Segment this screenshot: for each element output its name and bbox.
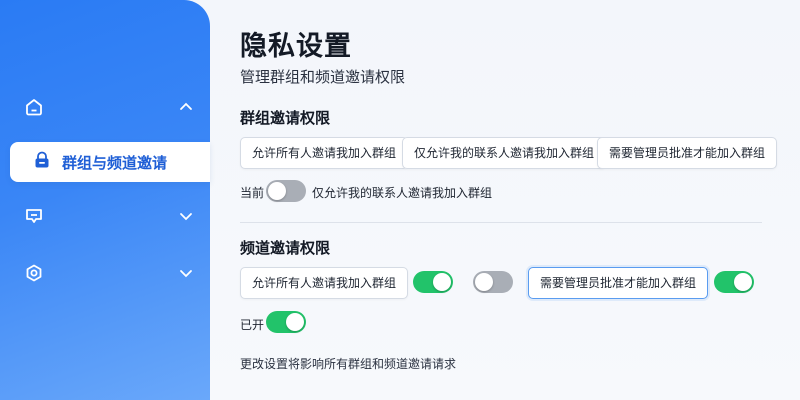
- section-divider: [240, 222, 762, 223]
- sidebar-item-messages[interactable]: [24, 199, 194, 233]
- group-section-title: 群组邀请权限: [240, 109, 331, 127]
- status-label: 已开: [240, 318, 265, 332]
- current-setting-value: 仅允许我的联系人邀请我加入群组: [312, 186, 493, 200]
- sidebar-item-settings[interactable]: [24, 256, 194, 290]
- chevron-up-icon[interactable]: [178, 99, 194, 115]
- sidebar-item-group-channel-invites[interactable]: 群组与频道邀请: [10, 142, 210, 182]
- footnote: 更改设置将影响所有群组和频道邀请请求: [240, 357, 457, 371]
- channel-option-everyone-button[interactable]: 允许所有人邀请我加入群组: [240, 267, 409, 299]
- channel-section-title: 频道邀请权限: [240, 239, 331, 257]
- channel-option-admin-approval-button[interactable]: 需要管理员批准才能加入群组: [528, 267, 709, 299]
- group-option-contacts-button[interactable]: 仅允许我的联系人邀请我加入群组: [402, 137, 607, 169]
- page-subtitle: 管理群组和频道邀请权限: [240, 68, 406, 86]
- group-option-admin-approval-button[interactable]: 需要管理员批准才能加入群组: [597, 137, 778, 169]
- sidebar: [0, 0, 210, 400]
- group-option-everyone-button[interactable]: 允许所有人邀请我加入群组: [240, 137, 409, 169]
- message-icon: [24, 206, 44, 226]
- settings-icon: [24, 263, 44, 283]
- chevron-down-icon[interactable]: [178, 208, 194, 224]
- sidebar-item-home[interactable]: [24, 90, 194, 124]
- channel-contacts-toggle[interactable]: [473, 271, 513, 293]
- home-icon: [24, 97, 44, 117]
- channel-everyone-toggle[interactable]: [413, 271, 453, 293]
- channel-status-toggle[interactable]: [266, 311, 306, 333]
- current-label: 当前: [240, 186, 265, 200]
- group-invite-toggle[interactable]: [266, 180, 306, 202]
- chevron-down-icon[interactable]: [178, 265, 194, 281]
- sidebar-item-label: 群组与频道邀请: [62, 153, 168, 172]
- channel-admin-approval-toggle[interactable]: [714, 271, 754, 293]
- page-title: 隐私设置: [240, 31, 352, 62]
- lock-icon: [32, 150, 52, 174]
